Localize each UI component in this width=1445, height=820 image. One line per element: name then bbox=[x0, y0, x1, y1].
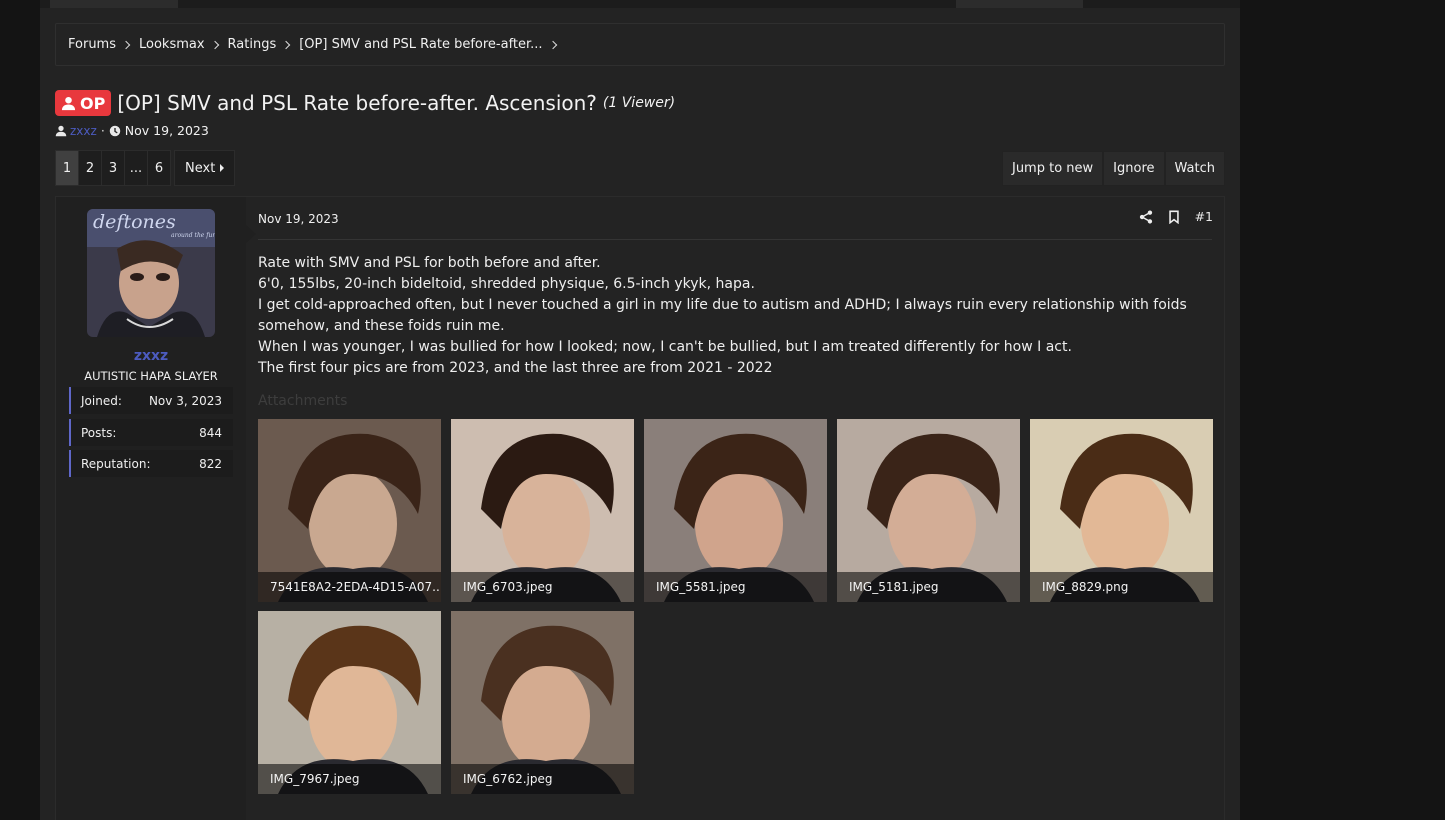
attachment-thumbnail[interactable]: IMG_6703.jpeg bbox=[451, 419, 634, 602]
thread-title-row: OP [OP] SMV and PSL Rate before-after. A… bbox=[55, 90, 675, 116]
stat-label: Joined: bbox=[81, 393, 122, 408]
ignore-button[interactable]: Ignore bbox=[1103, 151, 1165, 186]
breadcrumb-item[interactable]: Forums bbox=[68, 37, 139, 52]
svg-text:deftones: deftones bbox=[93, 211, 176, 233]
svg-text:around the fur: around the fur bbox=[171, 232, 215, 239]
post-line: Rate with SMV and PSL for both before an… bbox=[258, 255, 601, 271]
chevron-right-icon bbox=[548, 40, 557, 49]
page-link-6[interactable]: 6 bbox=[147, 150, 171, 186]
pagination: 1 2 3 ... 6 Next bbox=[55, 150, 236, 186]
post-line: When I was younger, I was bullied for ho… bbox=[258, 339, 1072, 355]
post-username[interactable]: zxxz bbox=[56, 348, 246, 364]
chevron-right-icon bbox=[121, 40, 131, 49]
breadcrumb-link[interactable]: [OP] SMV and PSL Rate before-after... bbox=[299, 37, 542, 52]
attachments-heading: Attachments bbox=[258, 393, 348, 409]
breadcrumb-item[interactable]: [OP] SMV and PSL Rate before-after... bbox=[299, 37, 565, 52]
attachment-filename: IMG_6703.jpeg bbox=[451, 572, 634, 602]
next-label: Next bbox=[185, 160, 216, 176]
attachment-thumbnail[interactable]: IMG_5581.jpeg bbox=[644, 419, 827, 602]
post-body: Rate with SMV and PSL for both before an… bbox=[258, 253, 1218, 379]
user-stat-reputation: Reputation: 822 bbox=[69, 450, 233, 477]
stat-value[interactable]: 844 bbox=[199, 426, 222, 440]
top-nav-bar bbox=[40, 0, 1240, 8]
breadcrumb-link[interactable]: Forums bbox=[68, 37, 116, 52]
stat-label: Posts: bbox=[81, 425, 117, 440]
attachment-thumbnail[interactable]: IMG_6762.jpeg bbox=[451, 611, 634, 794]
post-line: I get cold-approached often, but I never… bbox=[258, 297, 1187, 334]
divider bbox=[258, 239, 1212, 240]
nav-tab[interactable] bbox=[956, 0, 1083, 8]
attachment-filename: IMG_8829.png bbox=[1030, 572, 1213, 602]
viewer-count: (1 Viewer) bbox=[602, 95, 676, 111]
breadcrumb: Forums Looksmax Ratings [OP] SMV and PSL… bbox=[55, 23, 1225, 66]
breadcrumb-item[interactable]: Ratings bbox=[228, 37, 300, 52]
user-title: AUTISTIC HAPA SLAYER bbox=[84, 369, 218, 383]
page-jump-ellipsis[interactable]: ... bbox=[124, 150, 148, 186]
attachment-thumbnail[interactable]: IMG_7967.jpeg bbox=[258, 611, 441, 794]
bookmark-icon[interactable] bbox=[1167, 210, 1181, 224]
breadcrumb-item[interactable]: Looksmax bbox=[139, 37, 228, 52]
stat-label: Reputation: bbox=[81, 456, 151, 471]
next-page-button[interactable]: Next bbox=[174, 150, 236, 186]
post-line: 6'0, 155lbs, 20-inch bideltoid, shredded… bbox=[258, 276, 755, 292]
op-prefix-badge[interactable]: OP bbox=[55, 90, 112, 116]
attachment-filename: IMG_6762.jpeg bbox=[451, 764, 634, 794]
thread-meta: zxxz · Nov 19, 2023 bbox=[55, 123, 209, 138]
share-icon[interactable] bbox=[1139, 209, 1153, 224]
breadcrumb-link[interactable]: Ratings bbox=[228, 37, 277, 52]
op-badge-label: OP bbox=[80, 93, 106, 113]
page-link-1[interactable]: 1 bbox=[55, 150, 79, 186]
post-number[interactable]: #1 bbox=[1195, 209, 1213, 224]
watch-button[interactable]: Watch bbox=[1164, 151, 1225, 186]
attachment-filename: 7541E8A2-2EDA-4D15-A07... bbox=[258, 572, 441, 602]
thread-date[interactable]: Nov 19, 2023 bbox=[125, 123, 209, 138]
post-line: The first four pics are from 2023, and t… bbox=[258, 360, 773, 376]
post: deftones around the fur zxxz AUTISTIC HA… bbox=[55, 196, 1225, 820]
jump-to-new-button[interactable]: Jump to new bbox=[1001, 151, 1104, 186]
clock-icon bbox=[109, 125, 121, 136]
meta-separator: · bbox=[100, 123, 105, 138]
attachment-filename: IMG_7967.jpeg bbox=[258, 764, 441, 794]
attachment-thumbnail[interactable]: 7541E8A2-2EDA-4D15-A07... bbox=[258, 419, 441, 602]
attachment-thumbnail[interactable]: IMG_5181.jpeg bbox=[837, 419, 1020, 602]
page-link-2[interactable]: 2 bbox=[78, 150, 102, 186]
user-icon bbox=[61, 96, 76, 110]
page-container: Forums Looksmax Ratings [OP] SMV and PSL… bbox=[40, 0, 1240, 820]
user-stat-posts: Posts: 844 bbox=[69, 419, 233, 446]
breadcrumb-link[interactable]: Looksmax bbox=[139, 37, 205, 52]
caret-right-icon bbox=[220, 164, 225, 172]
attachment-filename: IMG_5581.jpeg bbox=[644, 572, 827, 602]
chevron-right-icon bbox=[210, 40, 219, 49]
post-user-column: deftones around the fur zxxz AUTISTIC HA… bbox=[56, 197, 246, 820]
post-date[interactable]: Nov 19, 2023 bbox=[258, 212, 339, 226]
attachment-filename: IMG_5181.jpeg bbox=[837, 572, 1020, 602]
page-title: [OP] SMV and PSL Rate before-after. Asce… bbox=[117, 91, 597, 115]
post-main: Nov 19, 2023 #1 Rate with SMV and PSL fo… bbox=[246, 197, 1224, 820]
page-link-3[interactable]: 3 bbox=[101, 150, 125, 186]
nav-tab[interactable] bbox=[50, 0, 178, 8]
thread-author-link[interactable]: zxxz bbox=[70, 124, 97, 138]
stat-value: Nov 3, 2023 bbox=[148, 393, 222, 408]
avatar[interactable]: deftones around the fur bbox=[87, 209, 215, 337]
attachment-thumbnail[interactable]: IMG_8829.png bbox=[1030, 419, 1213, 602]
album-cover-avatar-icon: deftones around the fur bbox=[87, 209, 215, 337]
post-tools: #1 bbox=[1139, 209, 1213, 224]
thread-actions: Jump to new Ignore Watch bbox=[1001, 151, 1225, 186]
user-stat-joined: Joined: Nov 3, 2023 bbox=[69, 387, 233, 414]
stat-value: 822 bbox=[199, 456, 222, 471]
user-icon bbox=[55, 125, 67, 136]
chevron-right-icon bbox=[281, 40, 291, 49]
